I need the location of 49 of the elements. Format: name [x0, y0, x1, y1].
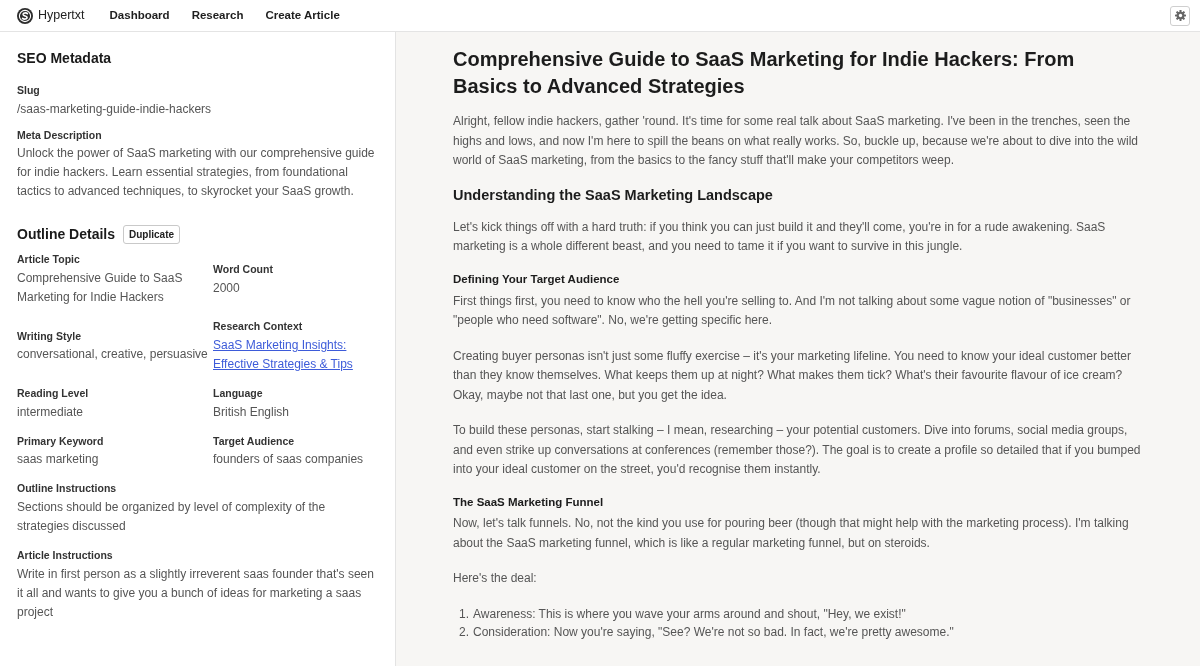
section-heading: Understanding the SaaS Marketing Landscape: [453, 186, 774, 204]
research-link[interactable]: SaaS Marketing Insights: Effective Strategies & Tips: [213, 335, 378, 374]
field-label: Slug: [17, 82, 41, 98]
section-title: SEO Metadata: [17, 50, 113, 67]
field-value: 2000: [213, 279, 241, 297]
field-label: Word Count: [213, 261, 274, 277]
subsection-heading: The SaaS Marketing Funnel: [453, 495, 605, 510]
section-title: Outline Details: [17, 226, 116, 244]
field-label: Outline Instructions: [17, 481, 118, 497]
settings-button[interactable]: [1170, 5, 1190, 26]
field-label: Writing Style: [17, 328, 82, 344]
field-value: Sections should be organized by level of complexity of the strategies discussed: [17, 499, 327, 536]
field-label: Article Instructions: [17, 548, 114, 564]
field-value: founders of saas companies: [213, 451, 365, 469]
article-title: Comprehensive Guide to SaaS Marketing for Indie Hackers: From Basics to Advanced Strategies: [453, 47, 1076, 99]
field-value: Write in first person as a slightly irreverent saas founder that's seen it all and wants to give you a bunch of ideas for marketing a saas project: [17, 565, 375, 621]
field-label: Target Audience: [213, 433, 296, 449]
list-number: 1.: [459, 606, 469, 623]
list-item-text: Consideration: Now you're saying, "See? We're not so bad. In fact, we're pretty awesome.": [473, 624, 954, 641]
field-value: British English: [213, 403, 291, 421]
settings-icon: [1174, 10, 1186, 21]
field-value: Unlock the power of SaaS marketing with our comprehensive guide for indie hackers. Learn essential strategies, from foundational tactics to advanced techniques, to skyrocket your SaaS growth.: [17, 145, 376, 201]
nav-link[interactable]: Create Article: [265, 6, 340, 25]
nav-link[interactable]: Research: [191, 6, 244, 25]
article-paragraph: To build these personas, start stalking – I mean, researching – your potential customers. Dive into forums, social media groups, and even strike up conversations at conferences (remember those?). The goal is to create a profile so detailed that if you bumped into your ideal customer on the street, you'd recognise them instantly.: [453, 422, 1142, 479]
brand-link[interactable]: Hypertxt: [17, 6, 85, 25]
list-item-text: Awareness: This is where you wave your arms around and shout, "Hey, we exist!": [473, 606, 906, 623]
article-paragraph: Creating buyer personas isn't just some fluffy exercise – it's your marketing lifeline. You need to know your ideal customer better than they know themselves. What keeps them up at night? What makes them tick? What's their favourite flavour of ice cream? Okay, maybe not that last one, but you get the idea.: [453, 347, 1133, 404]
article-paragraph: Alright, fellow indie hackers, gather 'round. It's time for some real talk about SaaS marketing. I've been in the trenches, seen the highs and lows, and now I'm here to spill the beans on what really works. So, buckle up, because we're about to dive into the wild world of SaaS marketing, from the basics to the fancy stuff that'll make your competitors weep.: [453, 113, 1139, 169]
article-paragraph: Now, let's talk funnels. No, not the kind you use for pouring beer (though that might help with the marketing process). I'm talking about the SaaS marketing funnel, which is like a regular marketing funnel, but on steroids.: [453, 515, 1130, 552]
field-label: Reading Level: [17, 385, 90, 401]
logo-icon: [17, 7, 33, 24]
field-label: Language: [213, 385, 264, 401]
field-value: intermediate: [17, 403, 85, 421]
list-number: 2.: [459, 624, 469, 641]
nav-link[interactable]: Dashboard: [109, 6, 170, 25]
article-paragraph: First things first, you need to know who the hell you're selling to. And I'm not talking about some vague notion of "businesses" or "people who need software". No, we're getting specific here.: [453, 292, 1132, 330]
field-label: Research Context: [213, 319, 304, 335]
field-value: /saas-marketing-guide-indie-hackers: [17, 100, 213, 118]
field-label: Meta Description: [17, 127, 103, 143]
field-value: conversational, creative, persuasive: [17, 346, 209, 364]
article-paragraph: Here's the deal:: [453, 570, 538, 588]
article-paragraph: Let's kick things off with a hard truth: if you think you can just build it and they'll come, you're in for a rude awakening. SaaS marketing is a whole different beast, and you need to tame it if you want to survive in this jungle.: [453, 218, 1107, 256]
subsection-heading: Defining Your Target Audience: [453, 272, 621, 287]
field-label: Primary Keyword: [17, 433, 105, 449]
field-label: Article Topic: [17, 252, 81, 268]
duplicate-button[interactable]: Duplicate: [123, 225, 181, 245]
field-value: saas marketing: [17, 451, 100, 469]
field-value: Comprehensive Guide to SaaS Marketing for Indie Hackers: [17, 270, 184, 307]
